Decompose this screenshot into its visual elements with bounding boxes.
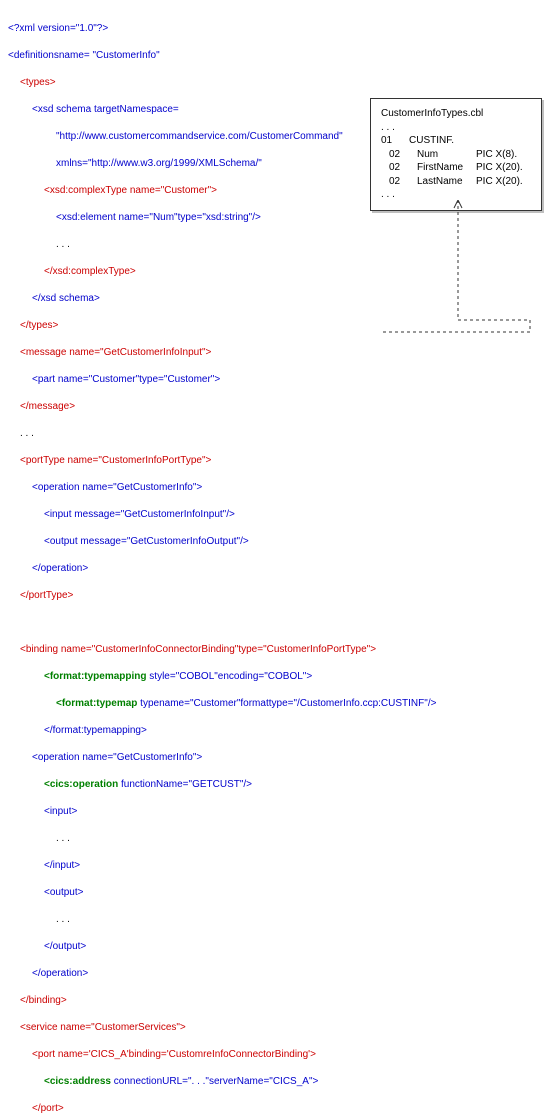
callout-dots: . . . [381,188,531,202]
code-line: <service name="CustomerServices"> [8,1021,542,1035]
code-line: </message> [8,400,542,414]
code-ellipsis: . . . [8,913,542,927]
code-line: <types> [8,76,542,90]
callout-row: 02 LastName PIC X(20). [381,175,531,189]
code-line: </types> [8,319,542,333]
code-ellipsis: . . . [8,238,542,252]
code-line: <binding name="CustomerInfoConnectorBind… [8,643,542,657]
code-line: </operation> [8,967,542,981]
code-line: <cics:address connectionURL=". . ."serve… [8,1075,542,1089]
callout-row: 01 CUSTINF. [381,134,531,148]
code-line: <?xml version="1.0"?> [8,22,542,36]
code-line: </portType> [8,589,542,603]
code-line: <output message="GetCustomerInfoOutput"/… [8,535,542,549]
code-line: <portType name="CustomerInfoPortType"> [8,454,542,468]
code-line: <format:typemap typename="Customer"forma… [8,697,542,711]
code-line: </input> [8,859,542,873]
code-line: <message name="GetCustomerInfoInput"> [8,346,542,360]
callout-title: CustomerInfoTypes.cbl [381,107,531,121]
code-line: </xsd schema> [8,292,542,306]
code-line: </operation> [8,562,542,576]
code-line: </port> [8,1102,542,1116]
code-blank [8,616,542,630]
code-line: <definitionsname= "CustomerInfo" [8,49,542,63]
code-line: <input> [8,805,542,819]
code-line: <format:typemapping style="COBOL"encodin… [8,670,542,684]
callout-dots: . . . [381,121,531,135]
code-line: </xsd:complexType> [8,265,542,279]
code-ellipsis: . . . [8,427,542,441]
code-line: </output> [8,940,542,954]
code-line: <xsd:element name="Num"type="xsd:string"… [8,211,542,225]
callout-row: 02 FirstName PIC X(20). [381,161,531,175]
code-line: <input message="GetCustomerInfoInput"/> [8,508,542,522]
code-line: <operation name="GetCustomerInfo"> [8,481,542,495]
code-line: <output> [8,886,542,900]
code-line: </binding> [8,994,542,1008]
code-line: <operation name="GetCustomerInfo"> [8,751,542,765]
code-line: <cics:operation functionName="GETCUST"/> [8,778,542,792]
callout-row: 02 Num PIC X(8). [381,148,531,162]
code-line: <port name='CICS_A'binding='CustomreInfo… [8,1048,542,1062]
code-line: </format:typemapping> [8,724,542,738]
code-ellipsis: . . . [8,832,542,846]
code-line: <part name="Customer"type="Customer"> [8,373,542,387]
cobol-types-callout: CustomerInfoTypes.cbl . . . 01 CUSTINF. … [370,98,542,211]
